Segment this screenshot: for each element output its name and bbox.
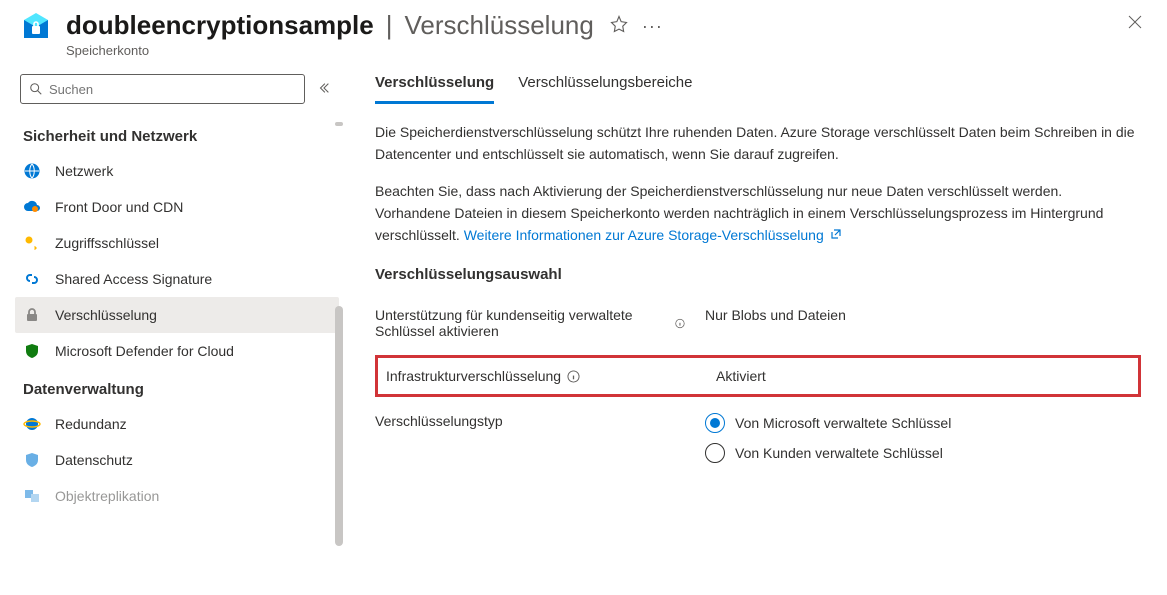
more-actions-icon[interactable]: ···	[642, 17, 663, 35]
nav-label: Zugriffsschlüssel	[55, 235, 159, 251]
info-icon[interactable]	[675, 317, 685, 330]
replication-icon	[23, 487, 41, 505]
tab-encryption[interactable]: Verschlüsselung	[375, 68, 494, 104]
radio-microsoft-managed[interactable]: Von Microsoft verwaltete Schlüssel	[705, 413, 1141, 433]
nav-item-front-door[interactable]: Front Door und CDN	[15, 189, 339, 225]
field-value: Aktiviert	[716, 368, 1130, 384]
field-label-text: Unterstützung für kundenseitig verwaltet…	[375, 307, 669, 339]
link-icon	[23, 270, 41, 288]
nav-label: Netzwerk	[55, 163, 113, 179]
nav-item-encryption[interactable]: Verschlüsselung	[15, 297, 339, 333]
page-header: doubleencryptionsample | Verschlüsselung…	[0, 0, 1167, 68]
globe-icon	[23, 162, 41, 180]
close-button[interactable]	[1123, 10, 1147, 37]
search-field[interactable]	[49, 82, 296, 97]
nav-item-object-replication[interactable]: Objektreplikation	[15, 478, 339, 514]
resource-name: doubleencryptionsample	[66, 10, 374, 41]
search-icon	[29, 82, 43, 96]
description-paragraph-1: Die Speicherdienstverschlüsselung schütz…	[375, 122, 1141, 165]
field-cmk-support: Unterstützung für kundenseitig verwaltet…	[375, 297, 1141, 349]
encryption-type-radio-group: Von Microsoft verwaltete Schlüssel Von K…	[705, 413, 1141, 463]
field-label-text: Infrastrukturverschlüsselung	[386, 368, 561, 384]
radio-label: Von Kunden verwaltete Schlüssel	[735, 445, 943, 461]
shield-blue-icon	[23, 451, 41, 469]
description-paragraph-2: Beachten Sie, dass nach Aktivierung der …	[375, 181, 1141, 246]
nav-label: Shared Access Signature	[55, 271, 212, 287]
radio-customer-managed[interactable]: Von Kunden verwaltete Schlüssel	[705, 443, 1141, 463]
favorite-star-icon[interactable]	[610, 15, 628, 36]
search-input[interactable]	[20, 74, 305, 104]
radio-circle-checked-icon	[705, 413, 725, 433]
globe-ring-icon	[23, 415, 41, 433]
nav-section-data-management: Datenverwaltung	[15, 369, 339, 406]
radio-circle-icon	[705, 443, 725, 463]
learn-more-link[interactable]: Weitere Informationen zur Azure Storage-…	[464, 227, 842, 243]
nav-section-security: Sicherheit und Netzwerk	[15, 116, 339, 153]
nav-item-access-keys[interactable]: Zugriffsschlüssel	[15, 225, 339, 261]
title-separator: |	[386, 10, 393, 41]
nav-item-sas[interactable]: Shared Access Signature	[15, 261, 339, 297]
info-icon[interactable]	[567, 370, 580, 383]
sidebar-nav: Sicherheit und Netzwerk Netzwerk Front D…	[15, 116, 345, 595]
collapse-sidebar-button[interactable]	[313, 77, 335, 102]
field-encryption-type: Verschlüsselungstyp Von Microsoft verwal…	[375, 403, 1141, 473]
cloud-icon	[23, 198, 41, 216]
resource-type: Speicherkonto	[66, 43, 1123, 58]
nav-item-defender[interactable]: Microsoft Defender for Cloud	[15, 333, 339, 369]
field-value: Nur Blobs und Dateien	[705, 307, 1141, 323]
nav-label: Front Door und CDN	[55, 199, 183, 215]
key-icon	[23, 234, 41, 252]
nav-label: Objektreplikation	[55, 488, 159, 504]
tab-bar: Verschlüsselung Verschlüsselungsbereiche	[375, 68, 1141, 104]
nav-item-redundancy[interactable]: Redundanz	[15, 406, 339, 442]
field-infrastructure-encryption: Infrastrukturverschlüsselung Aktiviert	[378, 368, 1138, 384]
lock-icon	[23, 306, 41, 324]
nav-item-data-protection[interactable]: Datenschutz	[15, 442, 339, 478]
shield-icon	[23, 342, 41, 360]
nav-label: Datenschutz	[55, 452, 133, 468]
scrollbar-indicator	[335, 122, 343, 126]
main-content: Verschlüsselung Verschlüsselungsbereiche…	[345, 68, 1167, 595]
blade-name: Verschlüsselung	[405, 10, 594, 41]
highlighted-field: Infrastrukturverschlüsselung Aktiviert	[375, 355, 1141, 397]
tab-encryption-scopes[interactable]: Verschlüsselungsbereiche	[518, 68, 692, 104]
nav-label: Microsoft Defender for Cloud	[55, 343, 234, 359]
nav-label: Redundanz	[55, 416, 127, 432]
radio-label: Von Microsoft verwaltete Schlüssel	[735, 415, 951, 431]
storage-lock-icon	[20, 10, 52, 42]
section-heading: Verschlüsselungsauswahl	[375, 266, 1141, 283]
sidebar: Sicherheit und Netzwerk Netzwerk Front D…	[0, 68, 345, 595]
nav-item-networking[interactable]: Netzwerk	[15, 153, 339, 189]
field-label-text: Verschlüsselungstyp	[375, 413, 503, 429]
external-link-icon	[830, 228, 842, 240]
nav-label: Verschlüsselung	[55, 307, 157, 323]
